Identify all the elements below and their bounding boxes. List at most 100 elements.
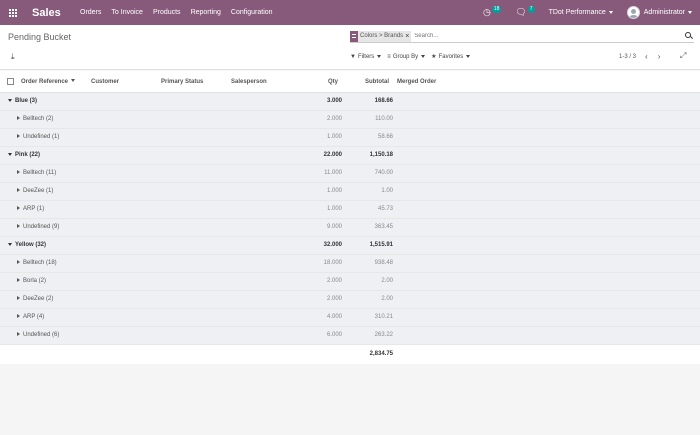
main-menu: Orders To Invoice Products Reporting Con… xyxy=(80,9,283,16)
group-subtotal: 938.48 xyxy=(374,260,393,266)
subgroup-row[interactable]: DeeZee (1) 1.000 1.00 xyxy=(0,183,700,201)
group-qty: 6.000 xyxy=(326,332,342,338)
apps-menu-icon[interactable] xyxy=(0,0,26,25)
group-name: Belltech (18) xyxy=(17,260,57,266)
menu-reporting[interactable]: Reporting xyxy=(191,9,221,16)
group-qty: 9.000 xyxy=(326,224,342,230)
group-name: DeeZee (1) xyxy=(17,188,53,194)
table-header: Order Reference Customer Primary Status … xyxy=(0,71,700,93)
group-qty: 2.000 xyxy=(326,296,342,302)
group-row[interactable]: Yellow (32) 32.000 1,515.91 xyxy=(0,237,700,255)
chevron-down-icon xyxy=(466,55,471,58)
caret-right-icon xyxy=(17,260,20,265)
caret-right-icon xyxy=(17,314,20,319)
chat-icon: 🗨 xyxy=(515,7,527,17)
search-input[interactable] xyxy=(414,33,684,39)
filter-icon: ▼ xyxy=(350,53,356,60)
subgroup-row[interactable]: Belltech (18) 18.000 938.48 xyxy=(0,255,700,273)
subgroup-row[interactable]: ARP (4) 4.000 310.21 xyxy=(0,309,700,327)
header-customer[interactable]: Customer xyxy=(91,79,119,85)
company-switcher[interactable]: TDot Performance xyxy=(549,9,613,16)
group-name: Belltech (2) xyxy=(17,116,53,122)
group-qty: 1.000 xyxy=(326,206,342,212)
caret-right-icon xyxy=(17,170,20,175)
app-brand[interactable]: Sales xyxy=(32,7,80,19)
subgroup-row[interactable]: Undefined (9) 9.000 363.45 xyxy=(0,219,700,237)
header-order-reference[interactable]: Order Reference xyxy=(21,79,76,85)
group-row[interactable]: Pink (22) 22.000 1,150.18 xyxy=(0,147,700,165)
close-icon[interactable]: × xyxy=(405,33,411,40)
caret-right-icon xyxy=(17,278,20,283)
subgroup-row[interactable]: DeeZee (2) 2.000 2.00 xyxy=(0,291,700,309)
activities-button[interactable]: ◷ 18 xyxy=(482,6,502,18)
select-all-checkbox[interactable] xyxy=(7,78,14,85)
menu-configuration[interactable]: Configuration xyxy=(231,9,273,16)
top-navbar: Sales Orders To Invoice Products Reporti… xyxy=(0,0,700,25)
favorites-button[interactable]: ★ Favorites xyxy=(431,53,471,60)
list-view-table: Order Reference Customer Primary Status … xyxy=(0,71,700,364)
chevron-right-icon[interactable]: › xyxy=(658,52,661,61)
group-name: ARP (1) xyxy=(17,206,44,212)
table-footer: 2,834.75 xyxy=(0,345,700,364)
header-primary-status[interactable]: Primary Status xyxy=(161,79,203,85)
chevron-left-icon[interactable]: ‹ xyxy=(645,52,648,61)
group-by-button[interactable]: ≡ Group By xyxy=(387,53,426,60)
group-by-label: Group By xyxy=(392,53,419,60)
sort-down-icon xyxy=(71,79,76,83)
messages-button[interactable]: 🗨 7 xyxy=(515,6,535,18)
download-icon: ⤓ xyxy=(11,52,15,61)
caret-right-icon xyxy=(17,206,20,211)
filters-button[interactable]: ▼ Filters xyxy=(350,53,382,60)
group-qty: 2.000 xyxy=(326,278,342,284)
search-icon[interactable] xyxy=(684,31,694,41)
group-name: Yellow (32) xyxy=(8,242,46,248)
filters-label: Filters xyxy=(357,53,375,60)
caret-right-icon xyxy=(17,296,20,301)
page-title: Pending Bucket xyxy=(8,32,72,42)
clock-icon: ◷ xyxy=(482,7,491,17)
subgroup-row[interactable]: Borla (2) 2.000 2.00 xyxy=(0,273,700,291)
caret-right-icon xyxy=(17,116,20,121)
group-qty: 4.000 xyxy=(326,314,342,320)
expand-icon[interactable]: ⤢ xyxy=(680,51,686,61)
menu-to-invoice[interactable]: To Invoice xyxy=(111,9,143,16)
group-subtotal: 263.22 xyxy=(374,332,393,338)
header-subtotal[interactable]: Subtotal xyxy=(365,79,389,85)
total-subtotal: 2,834.75 xyxy=(369,351,393,357)
group-subtotal: 1,515.91 xyxy=(369,242,393,248)
caret-right-icon xyxy=(17,134,20,139)
menu-products[interactable]: Products xyxy=(153,9,181,16)
group-row[interactable]: Blue (3) 3.000 168.66 xyxy=(0,93,700,111)
table-body: Blue (3) 3.000 168.66 Belltech (2) 2.000 110.… xyxy=(0,93,700,345)
header-merged-order[interactable]: Merged Order xyxy=(397,79,436,85)
group-subtotal: 310.21 xyxy=(374,314,393,320)
subgroup-row[interactable]: Belltech (2) 2.000 110.00 xyxy=(0,111,700,129)
group-subtotal: 2.00 xyxy=(381,296,393,302)
bars-icon: ≡ xyxy=(387,53,391,60)
header-salesperson[interactable]: Salesperson xyxy=(231,79,267,85)
pager-value[interactable]: 1-3 / 3 xyxy=(619,54,636,60)
chevron-down-icon xyxy=(608,10,613,14)
subgroup-row[interactable]: ARP (1) 1.000 45.73 xyxy=(0,201,700,219)
subgroup-row[interactable]: Undefined (1) 1.000 58.66 xyxy=(0,129,700,147)
group-subtotal: 110.00 xyxy=(375,116,393,122)
menu-orders[interactable]: Orders xyxy=(80,9,101,16)
group-subtotal: 1.00 xyxy=(381,188,393,194)
caret-down-icon xyxy=(8,98,12,102)
group-qty: 1.000 xyxy=(326,188,342,194)
download-button[interactable]: ⤓ xyxy=(11,52,15,62)
group-name: Undefined (6) xyxy=(17,332,59,338)
group-qty: 1.000 xyxy=(326,134,342,140)
group-qty: 18.000 xyxy=(323,260,342,266)
group-name: Blue (3) xyxy=(8,98,37,104)
group-subtotal: 58.66 xyxy=(377,134,393,140)
subgroup-row[interactable]: Belltech (11) 11.000 740.00 xyxy=(0,165,700,183)
header-qty[interactable]: Qty xyxy=(328,79,338,85)
user-menu[interactable]: Administrator xyxy=(626,6,692,19)
facet-label: Colors > Brands xyxy=(360,33,404,39)
group-name: Belltech (11) xyxy=(17,170,56,176)
subgroup-row[interactable]: Undefined (6) 6.000 263.22 xyxy=(0,327,700,345)
company-name: TDot Performance xyxy=(548,9,606,16)
group-name: Borla (2) xyxy=(17,278,46,284)
caret-right-icon xyxy=(17,332,20,337)
